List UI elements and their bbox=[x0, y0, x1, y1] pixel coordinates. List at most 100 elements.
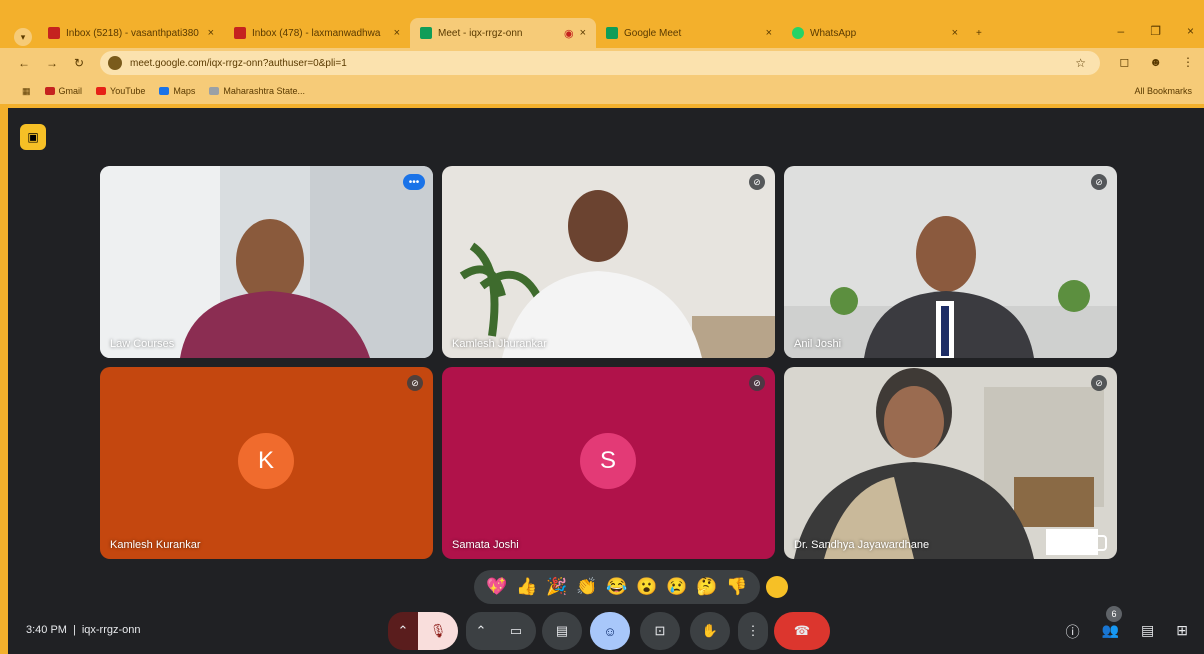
tab-meet[interactable]: Meet - iqx-rrgz-onn ◉ × bbox=[410, 18, 596, 48]
close-icon[interactable]: × bbox=[580, 27, 586, 39]
participant-name: Kamlesh Kurankar bbox=[110, 539, 201, 551]
reaction-party[interactable]: 🎉 bbox=[546, 577, 567, 597]
captions-button[interactable]: ▤ bbox=[542, 612, 582, 650]
meet-icon bbox=[606, 27, 618, 39]
reaction-heart[interactable]: 💖 bbox=[486, 577, 507, 597]
video-feed bbox=[459, 190, 775, 358]
video-feed bbox=[784, 216, 1117, 358]
meeting-info-icon[interactable]: ▣ bbox=[20, 124, 46, 150]
participant-tile[interactable]: K ⊘ Kamlesh Kurankar bbox=[100, 367, 433, 559]
reaction-thumbs-down[interactable]: 👎 bbox=[726, 577, 747, 597]
tab-whatsapp[interactable]: WhatsApp × bbox=[782, 18, 968, 48]
participant-tile[interactable]: S ⊘ Samata Joshi bbox=[442, 367, 775, 559]
audio-options-button[interactable]: ⌃ bbox=[388, 612, 418, 650]
gmail-icon bbox=[48, 27, 60, 39]
avatar: S bbox=[580, 433, 636, 489]
bookmark-youtube[interactable]: YouTube bbox=[96, 86, 145, 96]
extensions-icon[interactable]: ◻ bbox=[1119, 55, 1129, 69]
emoji-reactions-button[interactable]: ☺ bbox=[590, 612, 630, 650]
mute-tab-icon[interactable]: ◉ bbox=[564, 27, 574, 40]
more-options-button[interactable]: ⋮ bbox=[738, 612, 768, 650]
close-icon[interactable]: × bbox=[766, 27, 772, 39]
bookmark-label: Maps bbox=[173, 86, 196, 96]
camera-icon: ▭ bbox=[509, 623, 523, 638]
pin-icon[interactable] bbox=[1091, 535, 1107, 551]
video-options-button[interactable]: ⌃ bbox=[466, 612, 496, 650]
present-button[interactable]: ⊡ bbox=[640, 612, 680, 650]
close-icon[interactable]: × bbox=[952, 27, 958, 39]
participant-name: Law Courses bbox=[110, 338, 175, 350]
forward-icon[interactable]: → bbox=[46, 56, 58, 70]
participant-tile[interactable]: ⊘ Kamlesh Jhurankar bbox=[442, 166, 775, 358]
bookmark-gmail[interactable]: Gmail bbox=[44, 86, 82, 96]
toolbar: ← → ↻ meet.google.com/iqx-rrgz-onn?authu… bbox=[0, 48, 1204, 78]
participant-tile[interactable]: ••• Law Courses bbox=[100, 166, 433, 358]
minimize-icon[interactable]: – bbox=[1118, 24, 1125, 38]
toolbar-right: ◻ ☻ ⋮ bbox=[1119, 55, 1194, 69]
muted-mic-icon: ⊘ bbox=[1091, 174, 1107, 190]
participant-tile[interactable]: ⊘ Dr. Sandhya Jayawardhane bbox=[784, 367, 1117, 559]
separator: | bbox=[72, 624, 76, 636]
speaking-indicator-icon: ••• bbox=[403, 174, 425, 190]
maps-icon bbox=[159, 87, 170, 95]
restore-icon[interactable]: ❐ bbox=[1150, 24, 1161, 38]
menu-icon[interactable]: ⋮ bbox=[1182, 55, 1194, 69]
muted-mic-icon: ⊘ bbox=[1091, 375, 1107, 391]
reload-icon[interactable]: ↻ bbox=[74, 56, 84, 70]
info-icon[interactable]: ⓘ bbox=[1066, 622, 1080, 642]
reaction-thinking[interactable]: 🤔 bbox=[696, 577, 717, 597]
avatar: K bbox=[238, 433, 294, 489]
microphone-button[interactable]: 🎙 bbox=[418, 612, 458, 650]
profile-icon[interactable]: ☻ bbox=[1149, 55, 1162, 69]
all-bookmarks[interactable]: All Bookmarks bbox=[1134, 86, 1192, 96]
reaction-surprised[interactable]: 😮 bbox=[636, 577, 657, 597]
apps-icon[interactable]: ▦ bbox=[22, 86, 31, 97]
bookmark-label: Maharashtra State... bbox=[223, 86, 305, 96]
bookmark-maps[interactable]: Maps bbox=[159, 86, 195, 96]
muted-mic-icon: ⊘ bbox=[407, 375, 423, 391]
bookmark-label: YouTube bbox=[110, 86, 146, 96]
tab-search-icon[interactable]: ▾ bbox=[14, 28, 32, 46]
tab-inbox-1[interactable]: Inbox (5218) - vasanthpati380 × bbox=[38, 18, 224, 48]
reaction-thumbs-up[interactable]: 👍 bbox=[516, 577, 537, 597]
reaction-clap[interactable]: 👏 bbox=[576, 577, 597, 597]
meet-window: ▣ ••• Law Courses ⊘ Kamlesh Jhurankar ⊘ … bbox=[8, 108, 1204, 654]
chevron-up-icon: ⌃ bbox=[475, 623, 487, 638]
chat-icon[interactable]: ▤ bbox=[1141, 622, 1154, 642]
people-icon[interactable]: 👥 bbox=[1102, 622, 1119, 642]
reaction-sad[interactable]: 😢 bbox=[666, 577, 687, 597]
side-panel-controls: ⓘ 👥 ▤ ⊞ bbox=[1066, 622, 1188, 642]
emoji-icon: ☺ bbox=[603, 623, 617, 639]
raise-hand-button[interactable]: ✋ bbox=[690, 612, 730, 650]
tab-inbox-2[interactable]: Inbox (478) - laxmanwadhwa × bbox=[224, 18, 410, 48]
participant-name: Dr. Sandhya Jayawardhane bbox=[794, 539, 930, 551]
activities-icon[interactable]: ⊞ bbox=[1176, 622, 1188, 642]
muted-mic-icon: ⊘ bbox=[749, 375, 765, 391]
reaction-laugh[interactable]: 😂 bbox=[606, 577, 627, 597]
reaction-skin-tone-button[interactable] bbox=[766, 576, 788, 598]
close-icon[interactable]: × bbox=[394, 27, 400, 39]
camera-button[interactable]: ▭ bbox=[496, 612, 536, 650]
back-icon[interactable]: ← bbox=[18, 56, 30, 70]
new-tab-button[interactable]: + bbox=[970, 18, 994, 48]
participant-name: Kamlesh Jhurankar bbox=[452, 338, 547, 350]
meet-icon bbox=[420, 27, 432, 39]
window-controls: – ❐ × bbox=[1118, 24, 1194, 38]
tab-title: Inbox (5218) - vasanthpati380 bbox=[66, 27, 199, 39]
bookmark-star-icon[interactable]: ☆ bbox=[1075, 56, 1086, 70]
hand-icon: ✋ bbox=[701, 623, 719, 638]
hang-up-icon: ☎ bbox=[793, 623, 811, 638]
participant-name: Anil Joshi bbox=[794, 338, 842, 350]
tab-title: Meet - iqx-rrgz-onn bbox=[438, 27, 523, 39]
gmail-icon bbox=[44, 87, 55, 95]
close-icon[interactable]: × bbox=[208, 27, 214, 39]
url-text: meet.google.com/iqx-rrgz-onn?authuser=0&… bbox=[130, 57, 347, 69]
bookmark-maharashtra[interactable]: Maharashtra State... bbox=[209, 86, 305, 96]
leave-call-button[interactable]: ☎ bbox=[774, 612, 830, 650]
address-bar[interactable]: meet.google.com/iqx-rrgz-onn?authuser=0&… bbox=[100, 51, 1100, 75]
participant-tile[interactable]: ⊘ Anil Joshi bbox=[784, 166, 1117, 358]
tab-google-meet[interactable]: Google Meet × bbox=[596, 18, 782, 48]
tab-title: Inbox (478) - laxmanwadhwa bbox=[252, 27, 381, 39]
site-info-icon[interactable] bbox=[108, 56, 122, 70]
close-window-icon[interactable]: × bbox=[1187, 24, 1194, 38]
